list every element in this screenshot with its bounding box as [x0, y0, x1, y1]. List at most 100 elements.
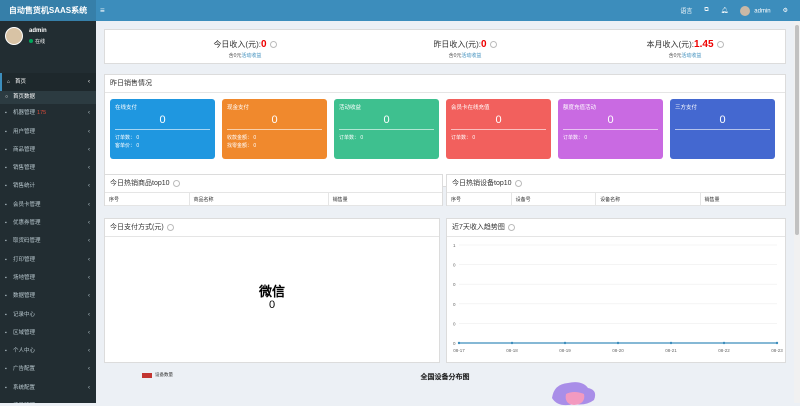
user-menu[interactable]: admin	[740, 5, 771, 16]
chevron-icon: ‹	[88, 348, 90, 355]
x-tick-label: 08-23	[771, 348, 783, 353]
sidebar-item[interactable]: ▪场景管理‹	[0, 397, 96, 403]
col-header: 商品名称	[190, 193, 329, 205]
panel-title: 昨日销售情况	[105, 75, 785, 93]
x-tick-label: 08-18	[506, 348, 518, 353]
kpi-month: 本月收入(元):1.45 含0元活动收益	[605, 39, 765, 59]
brand-logo[interactable]: 自动售货机SAAS系统	[0, 0, 96, 21]
language-menu[interactable]: 语言	[680, 6, 692, 15]
help-icon[interactable]	[172, 179, 180, 187]
top-navbar: 自动售货机SAAS系统 ≡ 语言 ⧉ 🔔︎ admin ⚙	[0, 0, 800, 21]
kpi-yesterday: 昨日收入(元):0 含0元活动收益	[385, 39, 545, 59]
bell-icon[interactable]: 🔔︎	[721, 7, 729, 14]
card-line: 订单数： 0	[563, 135, 588, 141]
activity-income-link[interactable]: 活动收益	[241, 53, 261, 59]
panel-title: 今日支付方式(元)	[105, 219, 439, 237]
sidebar-item[interactable]: ▪ 场地管理 ‹	[0, 269, 96, 287]
income-trend-chart: 1 0 0 0 0 0 08-17 08-18 08-19 08-20 08-21 08-22 08-2…	[453, 243, 783, 353]
card-title: 在线支付	[115, 105, 138, 111]
payment-method-value: 0	[268, 299, 276, 311]
col-header: 设备号	[512, 193, 597, 205]
payment-method-name: 微信	[258, 284, 285, 299]
sales-card[interactable]: 现金支付 0 收款金额： 0 找零金额： 0	[222, 99, 327, 159]
chevron-icon: ‹	[88, 366, 90, 373]
page-scrollbar[interactable]	[794, 21, 800, 403]
sidebar-item[interactable]: ▪ 商品管理 ‹	[0, 141, 96, 159]
chevron-icon: ‹	[88, 311, 90, 318]
sales-card[interactable]: 三方支付 0	[670, 99, 775, 159]
top-devices-table: 今日热销设备top10 序号 设备号 设备名称 销售量	[446, 174, 786, 206]
sales-card[interactable]: 额度充值活动 0 订单数： 0	[558, 99, 663, 159]
chevron-icon: ‹	[88, 238, 90, 245]
sidebar-item-label: 首页数据	[13, 94, 36, 101]
card-line: 订单数： 0	[451, 135, 476, 141]
settings-icon[interactable]: ⚙	[783, 7, 788, 14]
col-header: 设备名称	[596, 193, 701, 205]
help-icon[interactable]	[507, 223, 515, 231]
sidebar-item[interactable]: ▪ 销售管理 ‹	[0, 159, 96, 177]
y-tick-label: 0	[453, 282, 456, 287]
sidebar-item-label: 数据管理	[13, 293, 36, 300]
sidebar-item[interactable]: ▪ 用户管理 ‹	[0, 123, 96, 141]
sidebar-toggle-icon[interactable]: ≡	[100, 0, 105, 21]
trend-point	[563, 341, 567, 345]
card-value: 0	[675, 114, 770, 130]
sales-card[interactable]: 会员卡在线充值 0 订单数： 0	[446, 99, 551, 159]
sidebar-item[interactable]: ▪ 数据管理 ‹	[0, 287, 96, 305]
sidebar-item[interactable]: ▪ 优惠券管理 ‹	[0, 214, 96, 232]
kpi-today: 今日收入(元):0 含0元活动收益	[165, 39, 325, 59]
activity-income-link[interactable]: 活动收益	[461, 53, 481, 59]
panel-title: 今日热销设备top10	[447, 175, 785, 192]
help-icon[interactable]	[716, 41, 724, 49]
sidebar-item[interactable]: ▪ 广告配置 ‹	[0, 360, 96, 378]
sales-card[interactable]: 在线支付 0 订单数： 0 客单价： 0	[110, 99, 215, 159]
chevron-icon: ‹	[88, 110, 90, 117]
help-icon[interactable]	[489, 41, 497, 49]
main-content: 今日收入(元):0 含0元活动收益 昨日收入(元):0 含0元活动收益 本月收入…	[96, 21, 794, 406]
yesterday-sales-panel: 昨日销售情况 在线支付 0 订单数： 0 客单价： 0 现金支付 0 收款金额： 0 找零金额…	[104, 74, 786, 187]
sidebar-item[interactable]: ⌂ 首页 ‹	[0, 73, 96, 92]
sidebar-item[interactable]: ▪ 记录中心 ‹	[0, 306, 96, 324]
menu-item-icon: ▪	[5, 384, 7, 391]
sidebar-item[interactable]: ▪ 会员卡管理 ‹	[0, 196, 96, 214]
sidebar-item-label: 记录中心	[13, 311, 36, 318]
sidebar-item[interactable]: ○ 首页数据	[0, 91, 96, 105]
china-map[interactable]	[544, 378, 604, 406]
x-tick-label: 08-22	[718, 348, 730, 353]
chevron-icon: ‹	[88, 329, 90, 336]
menu-item-icon: ▪	[5, 146, 7, 153]
copy-icon[interactable]: ⧉	[704, 7, 708, 14]
menu-item-icon: ▪	[5, 220, 7, 227]
sidebar-item-label: 系统配置	[13, 384, 36, 391]
sidebar-item[interactable]: ▪ 机器管理 175 ‹	[0, 104, 96, 122]
sales-card[interactable]: 活动收益 0 订单数： 0	[334, 99, 439, 159]
menu-item-icon: ▪	[5, 165, 7, 172]
trend-point	[510, 341, 514, 345]
sidebar-item[interactable]: ▪ 区域管理 ‹	[0, 324, 96, 342]
card-line: 收款金额： 0	[227, 135, 257, 141]
chevron-icon: ‹	[88, 183, 90, 190]
help-icon[interactable]	[514, 179, 522, 187]
sidebar-item[interactable]: ▪ 系统配置 ‹	[0, 379, 96, 397]
sidebar-item[interactable]: ▪ 销售统计 ‹	[0, 177, 96, 195]
card-title: 三方支付	[675, 105, 698, 111]
sidebar-item[interactable]: ▪ 取货码管理 ‹	[0, 232, 96, 250]
scrollbar-thumb[interactable]	[795, 25, 799, 235]
help-icon[interactable]	[269, 41, 277, 49]
card-title: 现金支付	[227, 105, 250, 111]
activity-income-link[interactable]: 活动收益	[681, 53, 701, 59]
user-name: admin	[754, 8, 771, 15]
menu-item-icon: ▪	[5, 256, 7, 263]
card-value: 0	[115, 114, 210, 130]
device-map-panel: 设备数量 全国设备分布图	[104, 366, 786, 406]
sidebar-item-label: 会员卡管理	[13, 201, 41, 208]
map-title: 全国设备分布图	[420, 374, 470, 381]
sidebar-item[interactable]: ▪ 个人中心 ‹	[0, 342, 96, 360]
menu-item-icon: ▪	[5, 183, 7, 190]
help-icon[interactable]	[166, 223, 174, 231]
sidebar-item-label: 商品管理	[13, 146, 36, 153]
online-dot-icon	[29, 39, 33, 43]
sidebar-item[interactable]: ▪ 打印管理 ‹	[0, 251, 96, 269]
card-line: 订单数： 0	[115, 135, 140, 141]
user-name: admin	[29, 28, 47, 34]
